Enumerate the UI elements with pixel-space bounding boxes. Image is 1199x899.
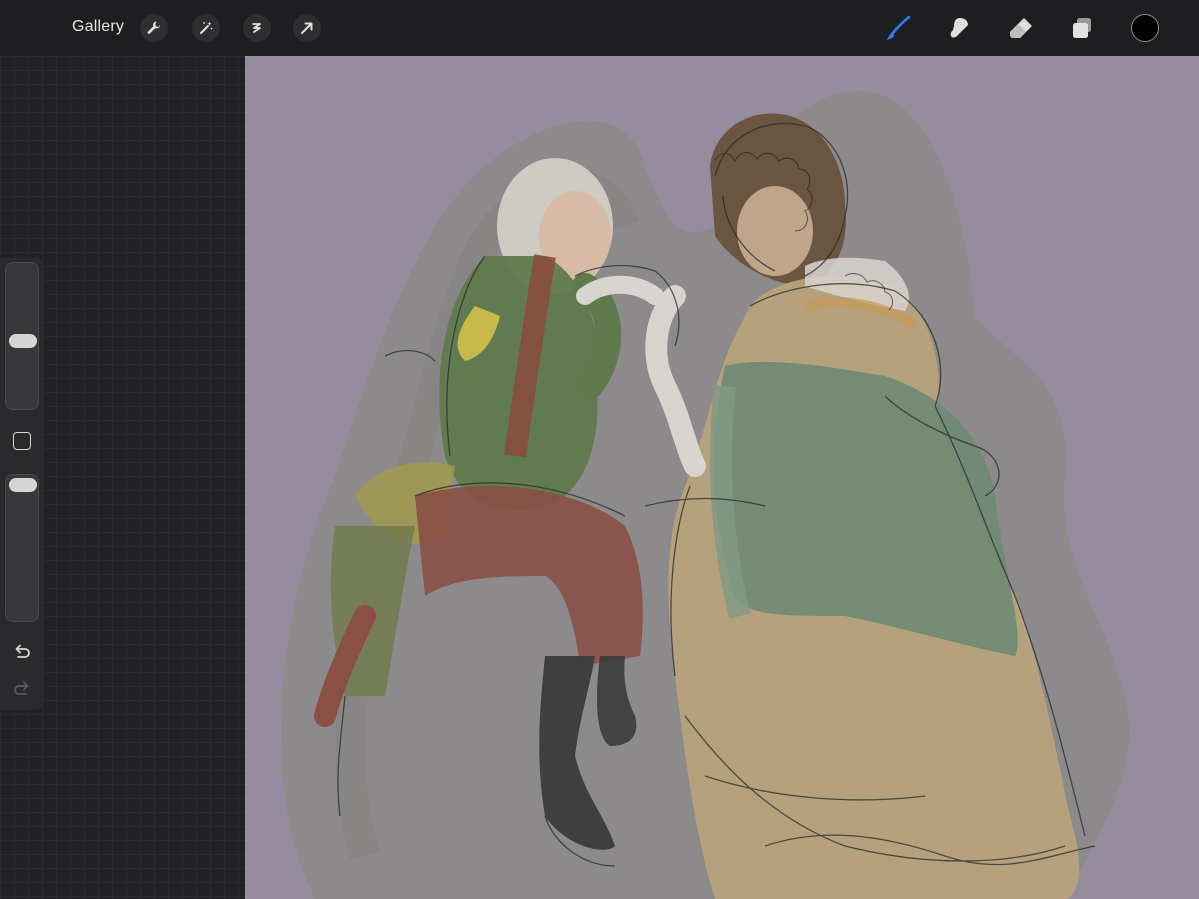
smudge-icon [950,18,968,38]
layers-tool[interactable] [1067,13,1097,43]
smudge-tool[interactable] [945,13,975,43]
actions-wrench-button[interactable] [140,14,168,42]
transform-arrow-icon [301,22,313,34]
wrench-icon [147,21,160,34]
selection-icon [252,23,261,33]
adjustments-button[interactable] [192,14,220,42]
drawing-canvas[interactable] [245,56,1199,899]
sidebar [0,258,44,710]
redo-icon [14,681,29,695]
brush-size-thumb[interactable] [9,334,37,348]
brush-tool[interactable] [884,13,914,43]
color-picker-button[interactable] [1131,14,1159,42]
redo-button[interactable] [11,677,33,699]
artwork [281,90,1130,899]
modify-square-icon[interactable] [13,432,31,450]
brush-size-slider[interactable] [5,262,39,410]
magic-wand-icon [200,21,213,34]
gallery-button[interactable]: Gallery [72,18,124,36]
undo-icon [15,644,30,658]
opacity-thumb[interactable] [9,478,37,492]
eraser-icon [1010,18,1032,38]
brush-icon [887,15,911,40]
transform-button[interactable] [293,14,321,42]
undo-button[interactable] [11,640,33,662]
top-toolbar: Gallery [0,0,1199,56]
eraser-tool[interactable] [1006,13,1036,43]
opacity-slider[interactable] [5,474,39,622]
selection-button[interactable] [243,14,271,42]
layers-icon [1073,18,1091,38]
